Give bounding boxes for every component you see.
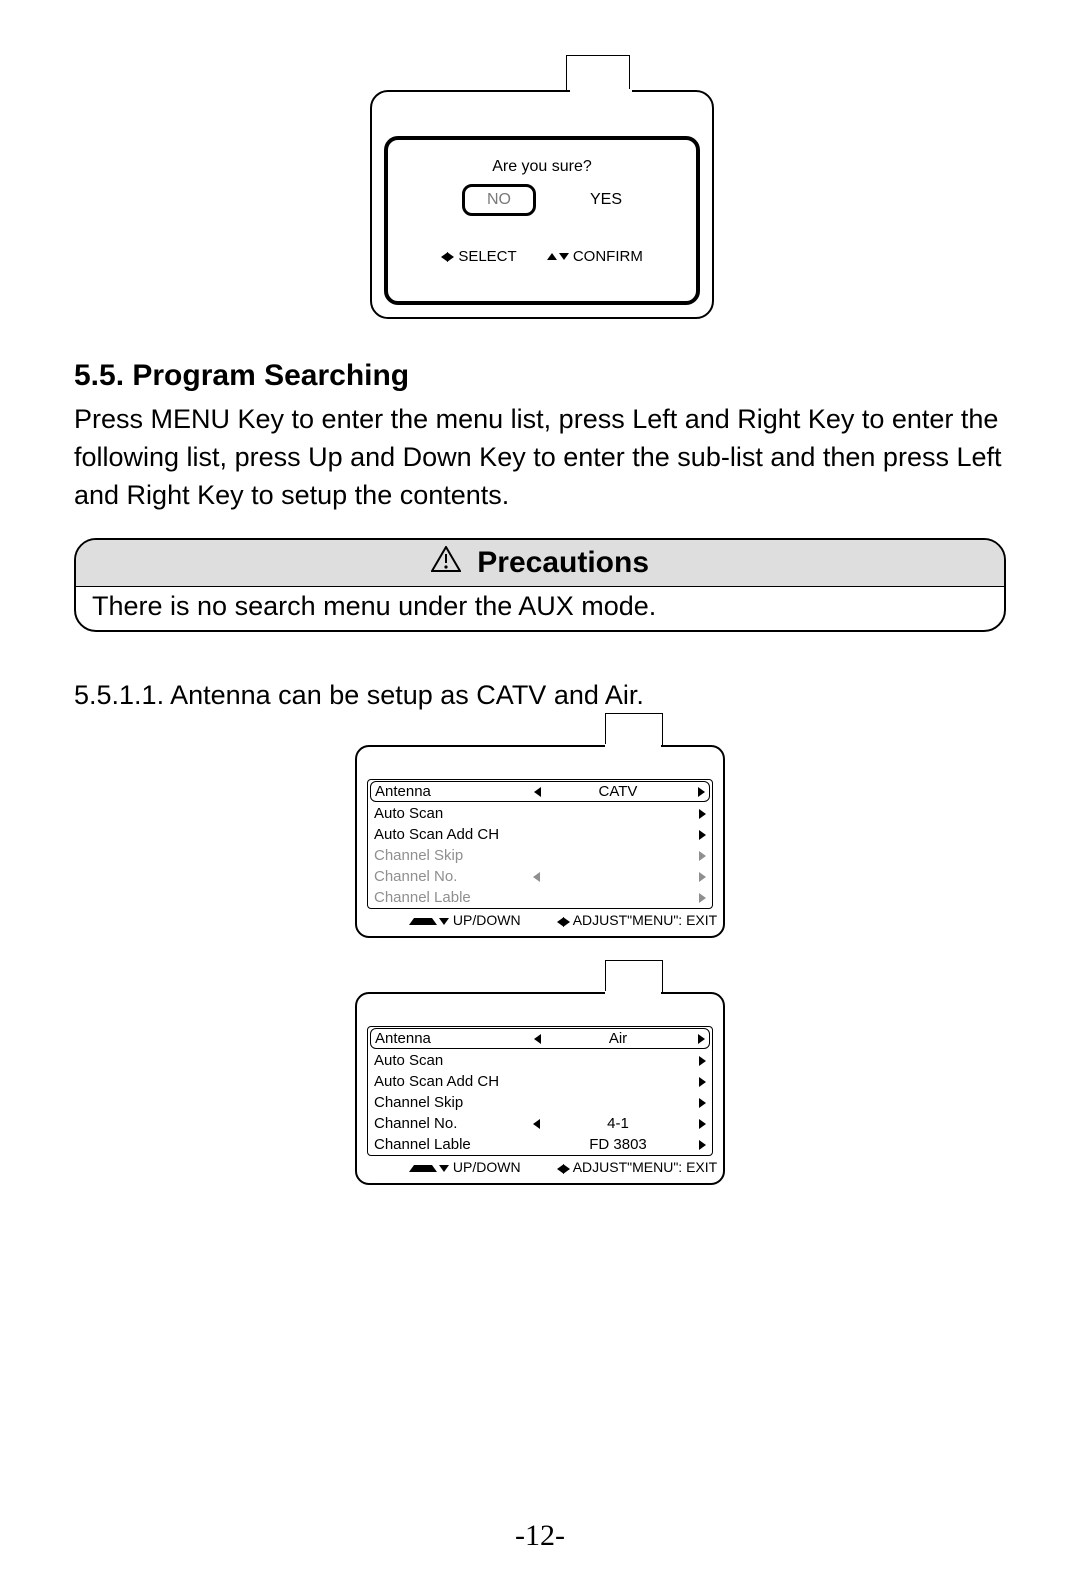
precautions-header: Precautions [76,540,1004,587]
menu-item[interactable]: Channel Lable [368,887,712,908]
adjust-hint: ADJUST [521,912,628,928]
arrow-right-icon [688,889,706,906]
adjust-hint: ADJUST [521,1159,628,1175]
arrow-right-icon [687,783,705,800]
menu-item-label: Channel No. [374,1115,524,1132]
menu-item[interactable]: Auto Scan [368,1050,712,1071]
menu-item[interactable]: Auto Scan Add CH [368,1071,712,1092]
triangle-left-icon [539,1164,564,1174]
updown-hint-text: UP/DOWN [453,912,521,928]
menu-item-label: Antenna [375,1030,525,1047]
menu-item[interactable]: Auto Scan [368,803,712,824]
triangle-up-icon [409,1165,437,1172]
menu-item[interactable]: Channel No. 4-1 [368,1113,712,1134]
menu-item[interactable]: Channel Skip [368,1092,712,1113]
arrow-right-icon [688,1052,706,1069]
arrow-left-icon [525,1030,549,1047]
menu-item-value: FD 3803 [548,1136,688,1153]
subsection-heading: 5.5.1.1. Antenna can be setup as CATV an… [74,680,1008,711]
arrow-right-icon [688,1115,706,1132]
dialog-inner: Are you sure? NO YES SELECT CONFIRM [384,136,700,305]
precautions-box: Precautions There is no search menu unde… [74,538,1006,632]
menu-frame: Antenna CATV Auto Scan Auto Scan Add CH Chan… [355,745,725,938]
triangle-up-icon [547,253,557,260]
arrow-left-icon [525,783,549,800]
adjust-hint-text: ADJUST [573,912,627,928]
arrow-right-icon [688,1073,706,1090]
dialog-notch-cover [570,89,632,97]
menu-item-value: CATV [549,783,687,800]
section-body: Press MENU Key to enter the menu list, p… [74,401,1008,514]
menu-item-label: Channel Skip [374,847,524,864]
document-page: Are you sure? NO YES SELECT CONFIRM [0,0,1080,1587]
arrow-right-icon [688,1136,706,1153]
arrow-left-icon [524,868,548,885]
updown-hint-text: UP/DOWN [453,1159,521,1175]
arrow-right-icon [688,805,706,822]
menu-figure-air: Antenna Air Auto Scan Auto Scan Add CH Chann… [355,992,725,1185]
menu-item-label: Channel No. [374,868,524,885]
precautions-title: Precautions [477,546,649,579]
confirm-dialog-figure: Are you sure? NO YES SELECT CONFIRM [370,90,710,319]
menu-frame: Antenna Air Auto Scan Auto Scan Add CH Chann… [355,992,725,1185]
menu-figure-catv: Antenna CATV Auto Scan Auto Scan Add CH Chan… [355,745,725,938]
exit-hint: "MENU": EXIT [627,912,717,928]
triangle-right-icon [563,917,570,927]
triangle-down-icon [439,1165,449,1172]
page-number: -12- [0,1519,1080,1553]
triangle-down-icon [439,918,449,925]
warning-icon [431,546,461,580]
menu-item[interactable]: Auto Scan Add CH [368,824,712,845]
arrow-right-icon [688,1094,706,1111]
dialog-hints: SELECT CONFIRM [388,248,696,265]
arrow-right-icon [688,826,706,843]
menu-item-label: Antenna [375,783,525,800]
menu-list: Antenna CATV Auto Scan Auto Scan Add CH Chan… [367,779,713,909]
menu-item-value: Air [549,1030,687,1047]
menu-notch-cover [605,744,661,752]
menu-notch-cover [605,991,661,999]
adjust-hint-text: ADJUST [573,1159,627,1175]
menu-item-label: Auto Scan [374,1052,524,1069]
menu-item-label: Channel Skip [374,1094,524,1111]
section-heading: 5.5. Program Searching [74,359,1008,393]
menu-item[interactable]: Antenna Air [370,1028,710,1049]
arrow-left-icon [524,1115,548,1132]
menu-item[interactable]: Channel Skip [368,845,712,866]
dialog-frame: Are you sure? NO YES SELECT CONFIRM [370,90,714,319]
menu-item-label: Auto Scan Add CH [374,826,524,843]
updown-hint: UP/DOWN [373,1159,521,1175]
menu-item[interactable]: Channel No. [368,866,712,887]
triangle-down-icon [559,253,569,260]
triangle-right-icon [447,252,454,262]
triangle-left-icon [539,917,564,927]
menu-item-label: Channel Lable [374,1136,524,1153]
confirm-hint-text: CONFIRM [573,248,643,265]
menu-footer: UP/DOWN ADJUST "MENU": EXIT [367,1156,713,1175]
menu-item-value: 4-1 [548,1115,688,1132]
arrow-right-icon [688,847,706,864]
arrow-right-icon [688,868,706,885]
no-button[interactable]: NO [462,184,536,216]
menu-item[interactable]: Channel Lable FD 3803 [368,1134,712,1155]
confirm-hint: CONFIRM [547,248,643,265]
updown-hint: UP/DOWN [373,912,521,928]
triangle-right-icon [563,1164,570,1174]
menu-list: Antenna Air Auto Scan Auto Scan Add CH Chann… [367,1026,713,1156]
menu-item-label: Channel Lable [374,889,524,906]
triangle-up-icon [409,918,437,925]
menu-item-label: Auto Scan Add CH [374,1073,524,1090]
precautions-body: There is no search menu under the AUX mo… [76,587,1004,630]
arrow-right-icon [687,1030,705,1047]
yes-label[interactable]: YES [590,191,622,209]
exit-hint: "MENU": EXIT [627,1159,717,1175]
menu-item[interactable]: Antenna CATV [370,781,710,802]
select-hint-text: SELECT [458,248,516,265]
select-hint: SELECT [441,248,517,265]
dialog-question: Are you sure? [388,158,696,176]
menu-footer: UP/DOWN ADJUST "MENU": EXIT [367,909,713,928]
dialog-options-row: NO YES [388,184,696,216]
menu-item-label: Auto Scan [374,805,524,822]
